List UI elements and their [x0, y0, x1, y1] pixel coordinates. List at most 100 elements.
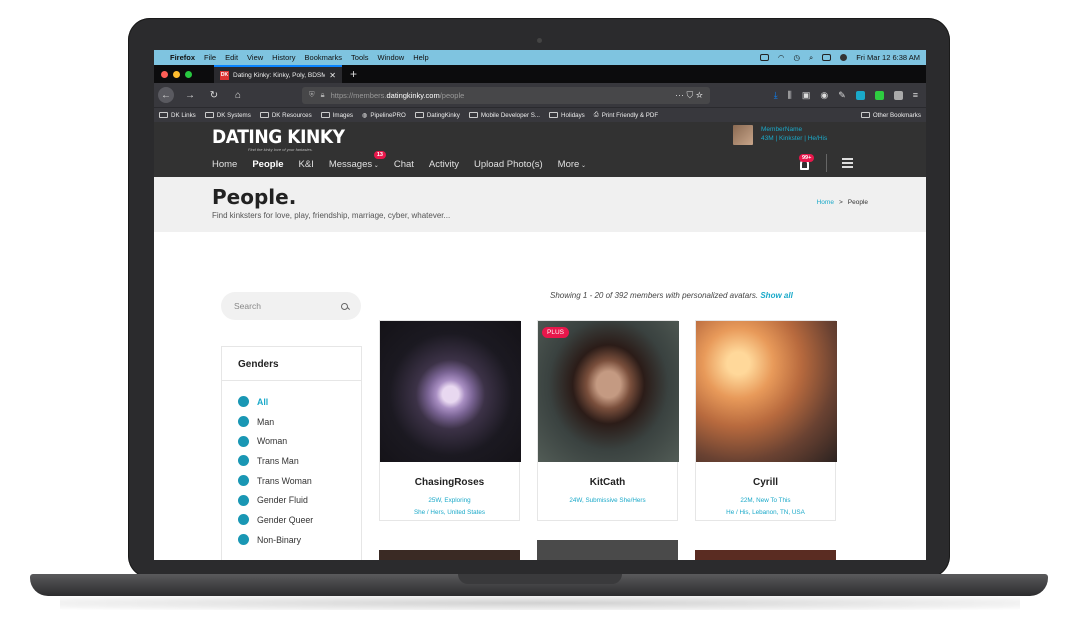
- nav-home[interactable]: Home: [212, 159, 237, 170]
- nav-chat[interactable]: Chat: [394, 159, 414, 170]
- gender-option-all[interactable]: All: [238, 392, 345, 412]
- page-actions[interactable]: ··· ⛉ ☆: [675, 90, 703, 101]
- filter-settings-icon[interactable]: [842, 158, 853, 168]
- bookmark-dk-links[interactable]: DK Links: [159, 112, 196, 119]
- laptop-shadow: [60, 596, 1020, 610]
- logo-tagline: Find the kinky love of your fantasies.: [248, 147, 313, 152]
- show-all-link[interactable]: Show all: [760, 291, 792, 300]
- gender-option-gender-fluid[interactable]: Gender Fluid: [238, 490, 345, 510]
- member-photo[interactable]: [538, 321, 679, 462]
- folder-icon: [259, 112, 269, 118]
- chevron-down-icon: ⌄: [372, 163, 379, 169]
- nav-messages-label: Messages: [328, 159, 373, 170]
- forward-button[interactable]: →: [182, 87, 198, 103]
- other-bookmarks[interactable]: Other Bookmarks: [860, 112, 921, 119]
- tracking-shield-icon[interactable]: ⛨: [309, 90, 315, 100]
- extension-green-icon[interactable]: [874, 90, 884, 100]
- member-card[interactable]: ChasingRoses 25W, Exploring She / Hers, …: [379, 320, 521, 521]
- url-path: /people: [439, 90, 465, 100]
- wifi-icon[interactable]: ◠: [778, 53, 785, 62]
- bookmark-images[interactable]: Images: [320, 112, 353, 119]
- nav-messages[interactable]: Messages ⌄ 13: [328, 151, 386, 170]
- menubar-clock[interactable]: Fri Mar 12 6:38 AM: [856, 53, 920, 62]
- member-name[interactable]: MemberName: [761, 125, 827, 134]
- extension-grey-icon[interactable]: [893, 90, 903, 100]
- battery-icon[interactable]: [759, 54, 769, 61]
- close-tab-icon[interactable]: ✕: [329, 71, 336, 80]
- reload-button[interactable]: ↻: [206, 87, 222, 103]
- edit-icon[interactable]: ✎: [838, 90, 846, 101]
- gender-option-non-binary[interactable]: Non-Binary: [238, 530, 345, 550]
- close-window-button[interactable]: [161, 70, 168, 78]
- back-button[interactable]: ←: [158, 87, 174, 103]
- menu-file[interactable]: File: [204, 53, 216, 62]
- member-card-details: 22M, New To This: [740, 497, 791, 504]
- extension-blue-icon[interactable]: [855, 90, 865, 100]
- member-photo[interactable]: [696, 321, 837, 462]
- avatar[interactable]: [733, 125, 753, 145]
- member-card-partial[interactable]: [379, 550, 520, 560]
- library-icon[interactable]: ⫼: [788, 90, 792, 101]
- gender-option-man[interactable]: Man: [238, 412, 345, 432]
- new-tab-button[interactable]: +: [350, 67, 357, 81]
- bookmark-dk-resources[interactable]: DK Resources: [259, 112, 312, 119]
- menu-tools[interactable]: Tools: [351, 53, 369, 62]
- search-icon[interactable]: [341, 302, 348, 310]
- account-icon[interactable]: ◉: [820, 90, 828, 101]
- minimize-window-button[interactable]: [173, 70, 180, 78]
- menu-bookmarks[interactable]: Bookmarks: [305, 53, 343, 62]
- lock-icon[interactable]: 🔒︎: [321, 90, 325, 100]
- notification-bell-icon[interactable]: 99+: [799, 154, 815, 171]
- downloads-icon[interactable]: ⤓: [774, 90, 778, 101]
- zoom-window-button[interactable]: [185, 70, 192, 78]
- menu-history[interactable]: History: [272, 53, 295, 62]
- breadcrumb-home[interactable]: Home: [817, 199, 834, 206]
- nav-people[interactable]: People: [252, 159, 283, 170]
- member-card-partial[interactable]: [537, 540, 678, 560]
- member-card-name[interactable]: ChasingRoses: [380, 477, 519, 488]
- url-bar[interactable]: ⛨ 🔒︎ https://members.datingkinky.com/peo…: [302, 86, 710, 104]
- member-card-name[interactable]: Cyrill: [696, 477, 835, 488]
- home-button[interactable]: ⌂: [230, 87, 246, 103]
- nav-more[interactable]: More ⌄: [558, 159, 586, 170]
- radio-icon: [238, 475, 249, 487]
- bookmark-holidays[interactable]: Holidays: [549, 112, 585, 119]
- notification-badge: 99+: [799, 154, 815, 162]
- gender-option-trans-man[interactable]: Trans Man: [238, 451, 345, 471]
- site-logo[interactable]: DATING KINKY: [212, 126, 345, 148]
- folder-icon: [414, 112, 424, 118]
- member-card-name[interactable]: KitCath: [538, 477, 677, 488]
- nav-activity[interactable]: Activity: [429, 159, 459, 170]
- sidebar-icon[interactable]: ▣: [802, 90, 811, 101]
- siri-icon[interactable]: [840, 54, 848, 61]
- nav-ki[interactable]: K&I: [299, 159, 314, 170]
- spotlight-icon[interactable]: ⌕: [809, 53, 813, 63]
- hamburger-menu-icon[interactable]: ≡: [913, 90, 918, 100]
- control-center-icon[interactable]: [822, 54, 832, 61]
- bookmark-print-friendly[interactable]: ⎙ Print Friendly & PDF: [594, 111, 658, 119]
- member-card[interactable]: Cyrill 22M, New To This He / His, Lebano…: [695, 320, 837, 521]
- bookmark-datingkinky[interactable]: DatingKinky: [414, 112, 460, 119]
- member-profile[interactable]: MemberName 43M | Kinkster | He/His: [733, 125, 827, 145]
- bookmark-dk-systems[interactable]: DK Systems: [204, 112, 251, 119]
- bookmark-mobile-developer[interactable]: Mobile Developer S...: [468, 112, 540, 119]
- member-photo[interactable]: [380, 321, 521, 462]
- gender-option-trans-woman[interactable]: Trans Woman: [238, 471, 345, 491]
- gender-option-gender-queer[interactable]: Gender Queer: [238, 510, 345, 530]
- member-card-partial[interactable]: [695, 550, 836, 560]
- nav-upload-photos[interactable]: Upload Photo(s): [474, 159, 543, 170]
- gender-option-woman[interactable]: Woman: [238, 431, 345, 451]
- menu-view[interactable]: View: [247, 53, 263, 62]
- member-card[interactable]: PLUS KitCath 24W, Submissive She/Hers: [537, 320, 679, 521]
- site-header: DATING KINKY Find the kinky love of your…: [154, 122, 926, 177]
- bookmark-pipelinepro[interactable]: ◍ PipelinePRO: [362, 112, 406, 119]
- breadcrumb-separator: >: [838, 199, 843, 206]
- clock-icon[interactable]: ◷: [793, 53, 800, 62]
- search-input[interactable]: Search: [221, 292, 361, 320]
- browser-tab[interactable]: DK Dating Kinky: Kinky, Poly, BDSM ✕: [214, 65, 342, 83]
- menu-edit[interactable]: Edit: [225, 53, 238, 62]
- app-menu[interactable]: Firefox: [170, 53, 195, 62]
- menu-help[interactable]: Help: [413, 53, 428, 62]
- menu-window[interactable]: Window: [378, 53, 405, 62]
- tab-title: Dating Kinky: Kinky, Poly, BDSM: [233, 71, 326, 79]
